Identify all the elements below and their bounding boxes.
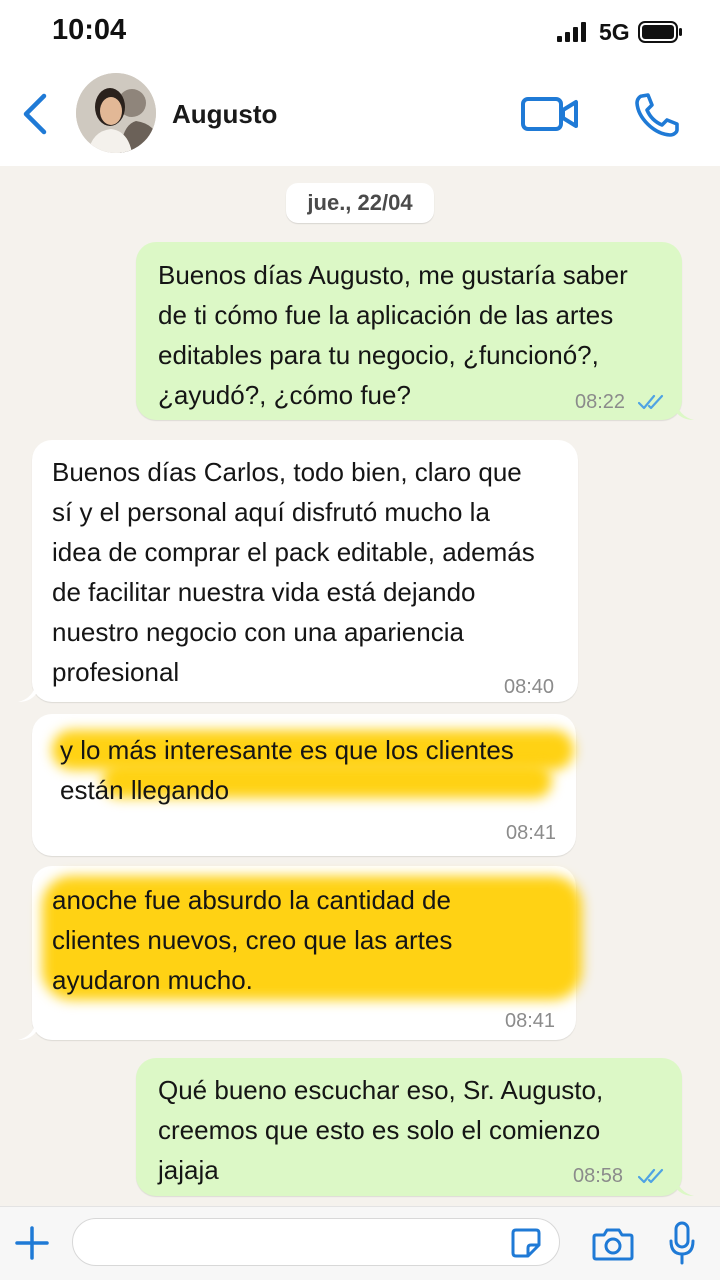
message-text: anoche fue absurdo la cantidad de client… xyxy=(52,885,453,995)
message-bubble-outgoing[interactable]: Buenos días Augusto, me gustaría saber d… xyxy=(136,242,682,420)
message-time: 08:22 xyxy=(575,391,626,413)
phone-icon[interactable] xyxy=(634,92,684,138)
camera-icon[interactable] xyxy=(592,1227,634,1261)
message-text: y lo más interesante es que los clientes… xyxy=(60,735,514,805)
read-ticks-icon xyxy=(638,394,664,410)
avatar[interactable] xyxy=(76,73,156,153)
status-bar: 10:04 5G xyxy=(0,0,720,62)
bubble-tail xyxy=(676,1176,694,1196)
chevron-left-icon[interactable] xyxy=(20,92,50,136)
signal-icon xyxy=(557,22,586,42)
message-bubble-incoming[interactable]: anoche fue absurdo la cantidad de client… xyxy=(32,866,582,1040)
status-time: 10:04 xyxy=(52,14,127,46)
bubble-tail xyxy=(18,682,36,702)
video-camera-icon[interactable] xyxy=(520,95,580,133)
message-bubble-outgoing[interactable]: Qué bueno escuchar eso, Sr. Augusto, cre… xyxy=(136,1058,682,1196)
contact-name[interactable]: Augusto xyxy=(172,99,277,130)
message-time: 08:58 xyxy=(573,1165,624,1187)
chat-header: Augusto xyxy=(0,62,720,166)
chat-area[interactable]: jue., 22/04 Buenos días Augusto, me gust… xyxy=(0,166,720,1206)
battery-icon xyxy=(638,21,682,43)
message-time: 08:41 xyxy=(506,822,557,844)
message-bubble-incoming[interactable]: Buenos días Carlos, todo bien, claro que… xyxy=(32,440,578,702)
avatar-image xyxy=(76,73,156,153)
sticker-icon[interactable] xyxy=(510,1227,542,1259)
message-bubble-incoming[interactable]: y lo más interesante es que los clientes… xyxy=(32,714,576,856)
date-chip: jue., 22/04 xyxy=(286,183,434,223)
microphone-icon[interactable] xyxy=(668,1221,696,1265)
message-text: Qué bueno escuchar eso, Sr. Augusto, cre… xyxy=(158,1075,604,1185)
message-time: 08:40 xyxy=(504,676,555,698)
bubble-tail xyxy=(18,1020,36,1040)
message-input[interactable] xyxy=(72,1218,560,1266)
input-bar xyxy=(0,1206,720,1280)
message-text: Buenos días Carlos, todo bien, claro que… xyxy=(52,457,535,687)
bubble-tail xyxy=(676,400,694,420)
read-ticks-icon xyxy=(638,1168,664,1184)
message-text: Buenos días Augusto, me gustaría saber d… xyxy=(158,260,628,410)
plus-icon[interactable] xyxy=(14,1225,50,1261)
network-label: 5G xyxy=(599,19,630,45)
message-time: 08:41 xyxy=(505,1010,556,1032)
